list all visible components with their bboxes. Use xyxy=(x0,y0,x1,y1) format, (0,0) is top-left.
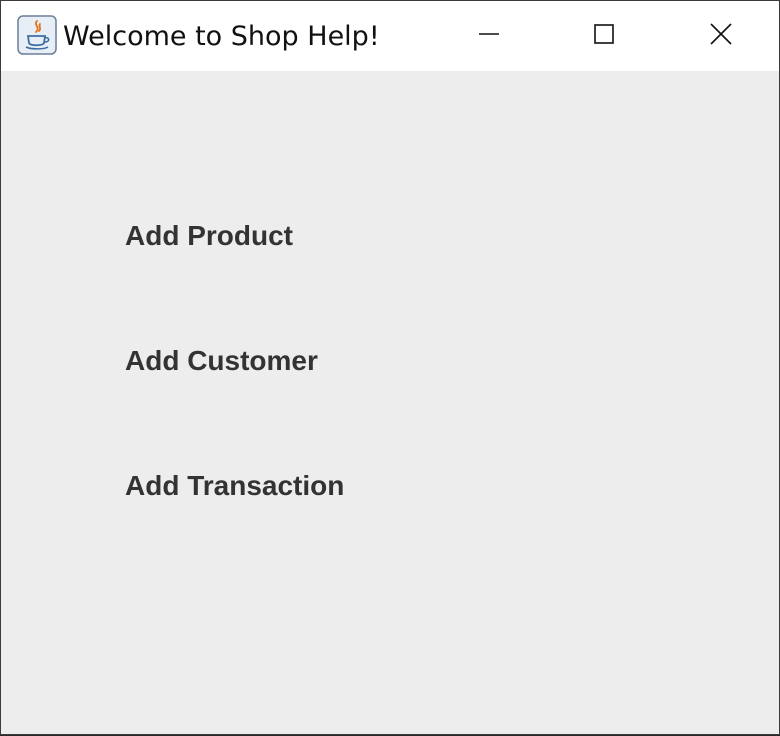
add-transaction-label[interactable]: Add Transaction xyxy=(125,469,344,503)
java-cup-icon xyxy=(17,15,57,55)
minimize-button[interactable] xyxy=(431,1,547,71)
title-bar[interactable]: Welcome to Shop Help! xyxy=(1,1,779,71)
close-button[interactable] xyxy=(663,1,779,71)
minimize-icon xyxy=(477,22,501,51)
window-title: Welcome to Shop Help! xyxy=(63,21,380,52)
add-product-label[interactable]: Add Product xyxy=(125,219,293,253)
maximize-icon xyxy=(592,22,616,51)
main-window: Welcome to Shop Help! Add Product Add Cu… xyxy=(0,0,780,735)
content-panel: Add Product Add Customer Add Transaction xyxy=(1,71,779,734)
add-customer-label[interactable]: Add Customer xyxy=(125,344,318,378)
maximize-button[interactable] xyxy=(546,1,662,71)
close-icon xyxy=(709,22,733,51)
